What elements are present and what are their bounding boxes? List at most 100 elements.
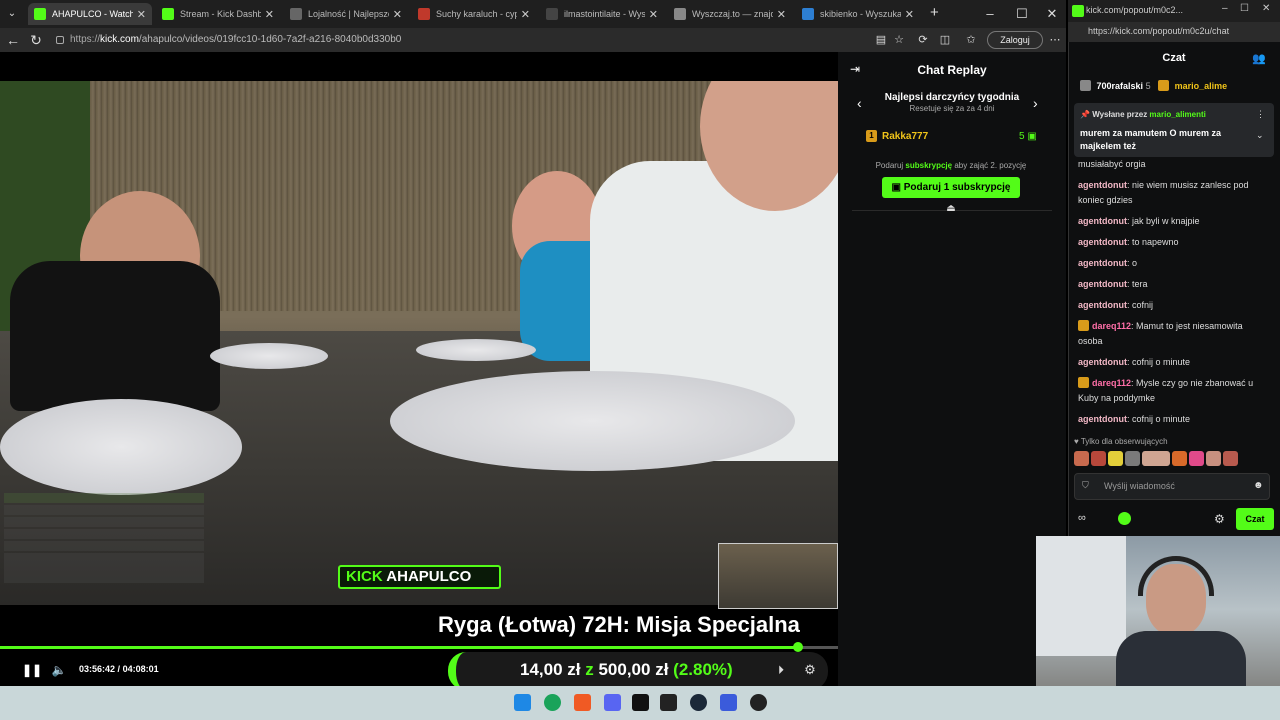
chat-username[interactable]: agentdonut — [1078, 414, 1127, 424]
browser-tab[interactable]: AHAPULCO - Watch ✕ — [28, 3, 152, 25]
progress-handle[interactable] — [792, 642, 803, 652]
burned-in-chat-overlay — [4, 493, 204, 583]
emote-icon[interactable] — [1074, 451, 1089, 466]
send-chat-button[interactable]: Czat — [1236, 508, 1274, 530]
emote-icon[interactable] — [1206, 451, 1221, 466]
tab-title: Suchy karaluch - cypis - — [436, 9, 517, 19]
chat-username[interactable]: agentdonut — [1078, 216, 1127, 226]
top-donor-name[interactable]: Rakka777 — [882, 131, 928, 142]
close-tab-icon[interactable]: ✕ — [265, 8, 274, 21]
top-gifter-name[interactable]: mario_alime — [1175, 81, 1228, 91]
chat-message: dareq112: Mamut to jest niesamowita osob… — [1078, 320, 1243, 346]
emote-icon[interactable] — [1223, 451, 1238, 466]
pin-icon: 📌 — [1080, 110, 1090, 119]
player-settings-icon[interactable]: ⚙ — [802, 662, 818, 678]
close-tab-icon[interactable]: ✕ — [137, 8, 146, 21]
close-tab-icon[interactable]: ✕ — [905, 8, 914, 21]
chat-username[interactable]: agentdonut — [1078, 357, 1127, 367]
chat-close-button[interactable]: ✕ — [1262, 3, 1270, 14]
chat-message-text: cofnij o minute — [1132, 414, 1191, 424]
tab-title: AHAPULCO - Watch — [52, 9, 133, 19]
playback-time: 03:56:42 / 04:08:01 — [79, 664, 159, 674]
favorites-icon[interactable]: ✩ — [962, 31, 980, 49]
url-field[interactable]: https://kick.com/ahapulco/videos/019fcc1… — [52, 31, 872, 49]
close-tab-icon[interactable]: ✕ — [649, 8, 658, 21]
reload-button[interactable]: ↻ — [27, 31, 45, 49]
emote-icon[interactable] — [1125, 451, 1140, 466]
back-button[interactable]: ← — [4, 31, 22, 49]
browser-tab[interactable]: Stream - Kick Dashboard ✕ — [156, 3, 280, 25]
split-screen-icon[interactable]: ◫ — [936, 31, 954, 49]
pinned-message-text: murem za mamutem O murem za majkelem też — [1080, 128, 1222, 151]
pinned-expand-icon[interactable]: ⌄ — [1256, 130, 1264, 141]
chat-input-placeholder: Wyślij wiadomość — [1104, 481, 1175, 491]
new-tab-button[interactable]: + — [930, 5, 946, 21]
chat-maximize-button[interactable]: ☐ — [1240, 3, 1249, 14]
chat-username[interactable]: agentdonut — [1078, 258, 1127, 268]
obs-icon[interactable] — [750, 694, 767, 711]
close-tab-icon[interactable]: ✕ — [521, 8, 530, 21]
browser-tab[interactable]: Lojalność | Najlepsze op ✕ — [284, 3, 408, 25]
points-icon[interactable]: ∞ — [1078, 512, 1086, 524]
video-title: Ryga (Łotwa) 72H: Misja Specjalna — [438, 612, 800, 637]
chat-username[interactable]: agentdonut — [1078, 300, 1127, 310]
rank-badge: 1 — [866, 130, 877, 142]
favorite-star-icon[interactable]: ☆ — [890, 31, 908, 49]
discord-icon[interactable] — [604, 694, 621, 711]
chat-username[interactable]: dareq112 — [1092, 378, 1131, 388]
minimize-button[interactable]: – — [980, 4, 1000, 24]
pinned-more-icon[interactable]: ⋮ — [1256, 109, 1265, 120]
next-arrow-icon[interactable]: › — [1033, 95, 1047, 111]
gift-subscription-button[interactable]: ▣ Podaruj 1 subskrypcję — [882, 177, 1020, 198]
browser-tab[interactable]: Wyszczaj.to — znajdź na ✕ — [668, 3, 792, 25]
expand-icon[interactable]: ⏏ — [944, 203, 958, 215]
app-icon[interactable] — [720, 694, 737, 711]
refresh-extension-icon[interactable]: ⟳ — [914, 31, 932, 49]
browser-tab[interactable]: ilmastointilaite - Wyszuk ✕ — [540, 3, 664, 25]
kick-points-icon[interactable] — [1118, 512, 1131, 525]
reader-mode-icon[interactable]: ▤ — [872, 31, 890, 49]
chat-message: musiałabyć orgia — [1078, 157, 1268, 172]
edge-icon[interactable] — [544, 694, 561, 711]
chat-minimize-button[interactable]: – — [1222, 3, 1228, 14]
browser-tab[interactable]: skibienko - Wyszukaj ✕ — [796, 3, 920, 25]
previous-arrow-icon[interactable]: ‹ — [857, 95, 871, 111]
steam-icon[interactable] — [690, 694, 707, 711]
chat-message-text: tera — [1132, 279, 1148, 289]
chat-username[interactable]: agentdonut — [1078, 180, 1127, 190]
chat-username[interactable]: agentdonut — [1078, 237, 1127, 247]
media-icon[interactable] — [632, 694, 649, 711]
users-icon[interactable]: 👥 — [1252, 52, 1266, 66]
browser-tab[interactable]: Suchy karaluch - cypis - ✕ — [412, 3, 536, 25]
tab-list-button[interactable]: ⌄ — [4, 6, 20, 22]
epic-games-icon[interactable] — [660, 694, 677, 711]
progress-fill — [0, 646, 798, 649]
emote-icon[interactable] — [1172, 451, 1187, 466]
maximize-button[interactable]: ☐ — [1012, 4, 1032, 24]
emote-icon[interactable] — [1091, 451, 1106, 466]
start-icon[interactable] — [514, 694, 531, 711]
chat-url-field[interactable]: https://kick.com/popout/m0c2u/chat — [1088, 26, 1229, 36]
emote-icon[interactable] — [1142, 451, 1170, 466]
tab-favicon-icon — [802, 8, 814, 20]
emoji-picker-icon[interactable]: ☻ — [1253, 480, 1264, 491]
close-tab-icon[interactable]: ✕ — [393, 8, 402, 21]
top-gifter-name[interactable]: 700rafalski — [1097, 81, 1144, 91]
close-tab-icon[interactable]: ✕ — [777, 8, 786, 21]
emote-icon[interactable] — [1189, 451, 1204, 466]
chat-message: agentdonut: cofnij — [1078, 300, 1154, 310]
chat-username[interactable]: dareq112 — [1092, 321, 1131, 331]
volume-icon[interactable]: 🔈 — [50, 662, 68, 678]
chat-settings-icon[interactable]: ⚙ — [1214, 512, 1228, 526]
top-donors-reset-text: Resetuje się za za 4 dni — [909, 104, 995, 113]
chat-username[interactable]: agentdonut — [1078, 279, 1127, 289]
menu-icon[interactable]: ⋯ — [1046, 31, 1064, 49]
skip-icon[interactable]: ⏵ — [773, 662, 789, 678]
pause-icon[interactable]: ❚❚ — [22, 662, 42, 678]
login-button[interactable]: Zaloguj — [987, 31, 1043, 49]
followers-only-notice: ♥ Tylko dla obserwujących — [1074, 437, 1168, 446]
close-window-button[interactable]: ✕ — [1042, 4, 1062, 24]
emote-icon[interactable] — [1108, 451, 1123, 466]
brave-icon[interactable] — [574, 694, 591, 711]
chat-message-list: musiałabyć orgia agentdonut: nie wiem mus… — [1078, 157, 1268, 429]
